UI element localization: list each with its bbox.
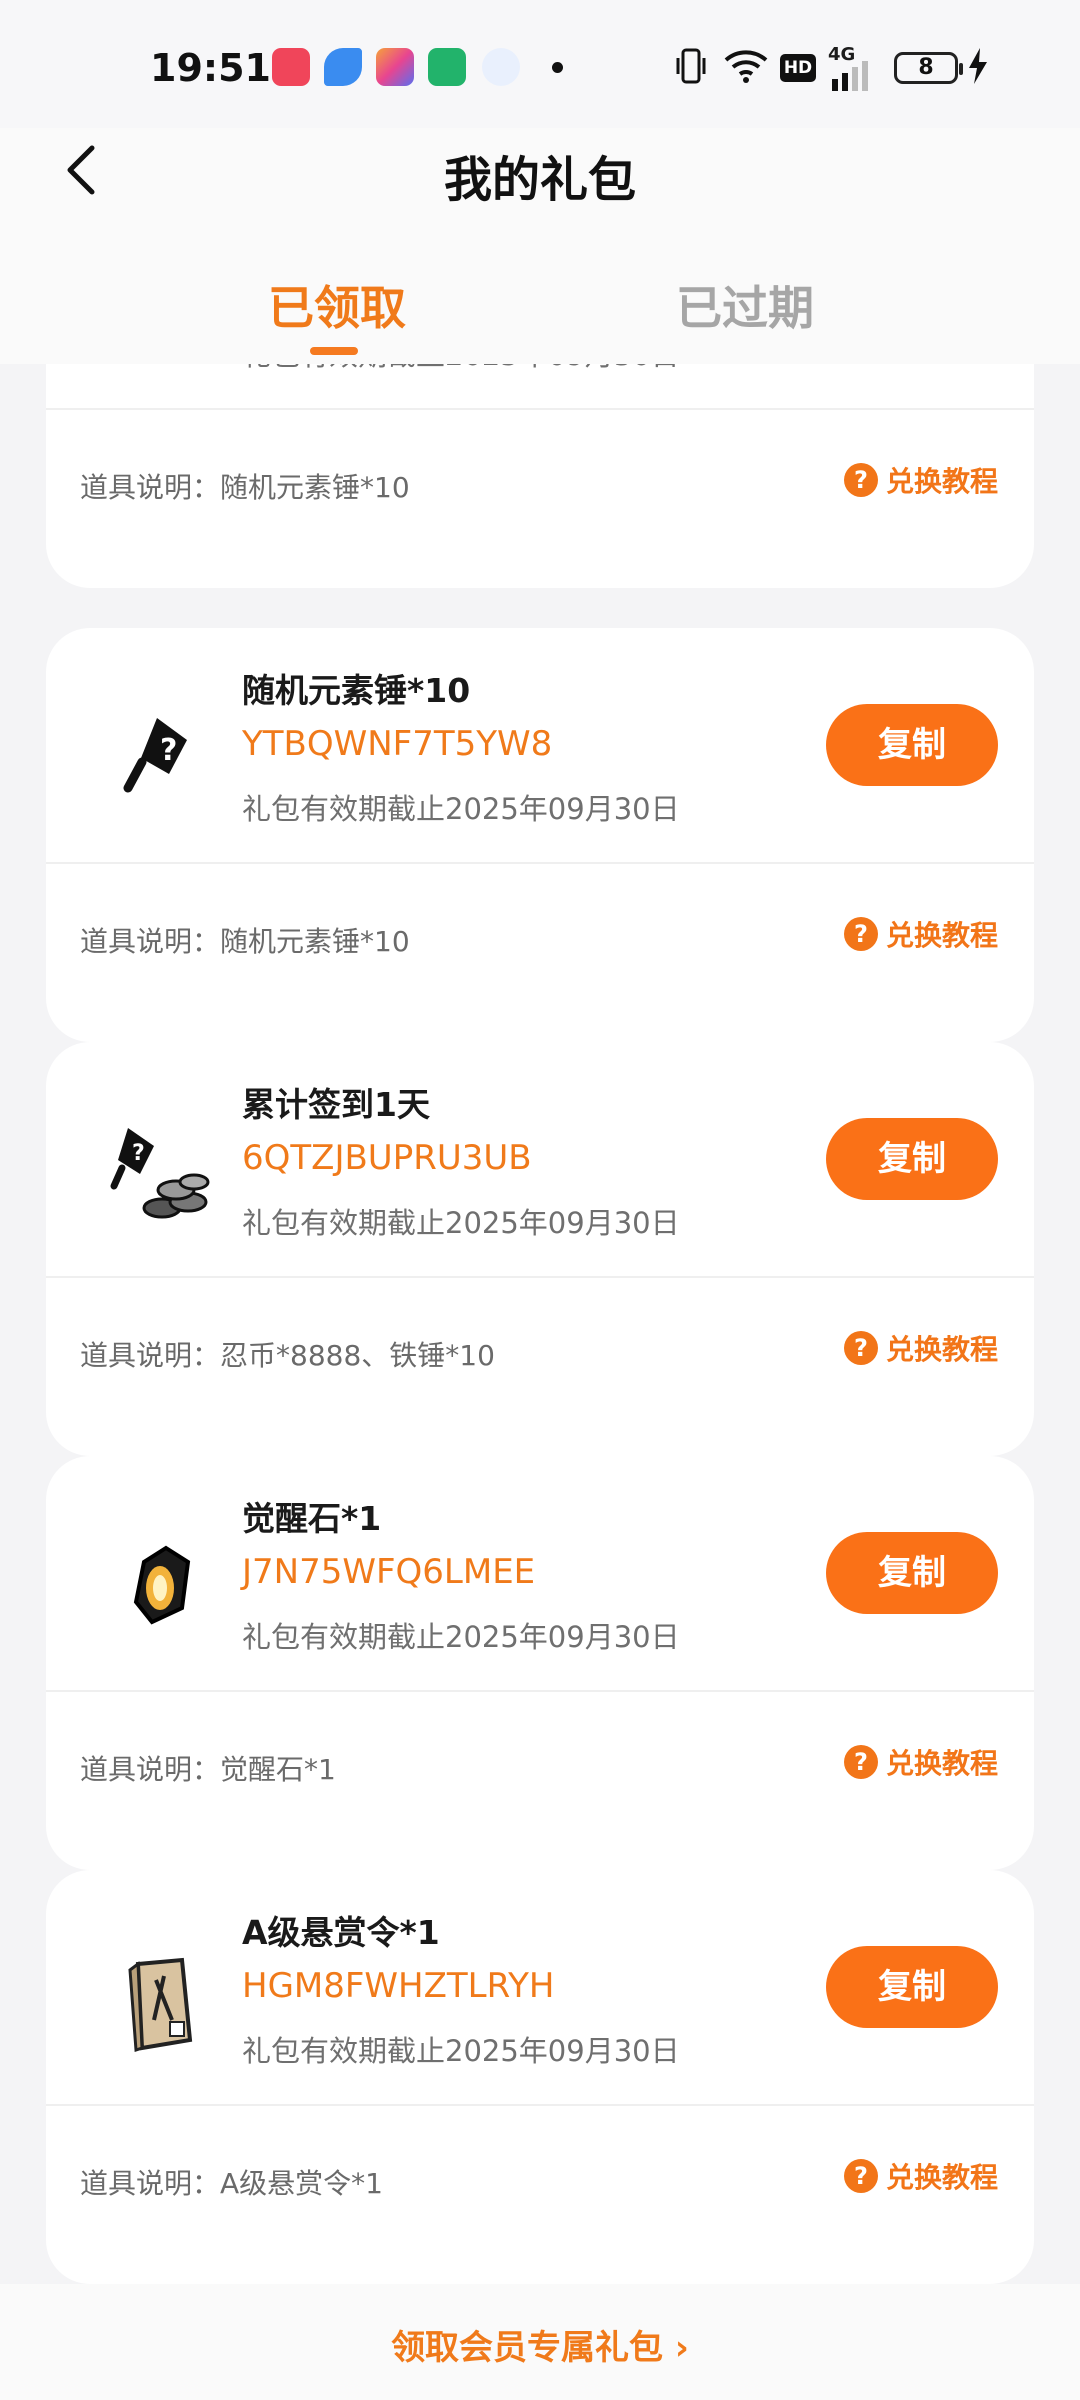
- gift-card: 觉醒石*1 J7N75WFQ6LMEE 礼包有效期截止2025年09月30日 复…: [46, 1456, 1034, 1870]
- copy-button[interactable]: 复制: [826, 1118, 998, 1200]
- vibrate-icon: [676, 48, 706, 84]
- svg-text:?: ?: [132, 1141, 145, 1166]
- gift-card-main: 礼包有效期截止2025年09月30日: [46, 364, 1034, 408]
- redeem-tutorial-link[interactable]: ? 兑换教程: [843, 914, 998, 954]
- vip-gift-link[interactable]: 领取会员专属礼包 ›: [0, 2320, 1080, 2369]
- gift-description: 道具说明：随机元素锤*10: [80, 466, 410, 506]
- gift-card: 礼包有效期截止2025年09月30日 道具说明：随机元素锤*10 ?兑换教程: [46, 364, 1034, 588]
- desc-label: 道具说明：: [80, 471, 221, 504]
- help-icon: ?: [843, 1745, 878, 1779]
- tutorial-label: 兑换教程: [885, 465, 998, 498]
- clock: 19:51: [150, 46, 271, 90]
- gift-description: 道具说明：A级悬赏令*1: [80, 2162, 383, 2202]
- divider: [46, 1276, 1034, 1278]
- help-icon: ?: [843, 463, 878, 497]
- gift-code: YTBQWNF7T5YW8: [242, 724, 553, 764]
- music-app-icon: [272, 48, 310, 86]
- desc-label: 道具说明：: [80, 1753, 221, 1786]
- tab-expired[interactable]: 已过期: [676, 272, 814, 338]
- gift-expiry: 礼包有效期截止2025年09月30日: [242, 792, 680, 826]
- desc-label: 道具说明：: [80, 925, 221, 958]
- copy-button[interactable]: 复制: [826, 704, 998, 786]
- redeem-tutorial-link[interactable]: ? 兑换教程: [843, 460, 998, 500]
- wifi-icon: [724, 50, 768, 83]
- gift-expiry: 礼包有效期截止2025年09月30日: [242, 1620, 680, 1654]
- gift-code: 6QTZJBUPRU3UB: [242, 1138, 532, 1178]
- divider: [46, 408, 1034, 410]
- gift-card-main: ? 累计签到1天 6QTZJBUPRU3UB 礼包有效期截止2025年09月30…: [46, 1042, 1034, 1276]
- tutorial-label: 兑换教程: [885, 2161, 998, 2194]
- desc-value: A级悬赏令*1: [220, 2167, 383, 2200]
- baidu-app-icon: [482, 48, 520, 86]
- awakening-stone-icon: [133, 1545, 191, 1625]
- gift-expiry: 礼包有效期截止2025年09月30日: [242, 2034, 680, 2068]
- gift-card: ? 累计签到1天 6QTZJBUPRU3UB 礼包有效期截止2025年09月30…: [46, 1042, 1034, 1456]
- gift-name: 觉醒石*1: [242, 1499, 382, 1538]
- status-bar: 19:51 HD 4G 8: [0, 0, 1080, 128]
- copy-button[interactable]: 复制: [826, 1946, 998, 2028]
- gift-card: A级悬赏令*1 HGM8FWHZTLRYH 礼包有效期截止2025年09月30日…: [46, 1870, 1034, 2284]
- divider: [46, 1690, 1034, 1692]
- battery-indicator: 8: [894, 52, 963, 84]
- help-icon: ?: [843, 917, 878, 951]
- gift-code: J7N75WFQ6LMEE: [242, 1552, 536, 1592]
- gift-card: ? 随机元素锤*10 YTBQWNF7T5YW8 礼包有效期截止2025年09月…: [46, 628, 1034, 1042]
- gift-expiry: 礼包有效期截止2025年09月30日: [242, 1206, 680, 1240]
- tab-claimed[interactable]: 已领取: [268, 272, 406, 338]
- tab-active-indicator: [310, 347, 358, 355]
- desc-value: 随机元素锤*10: [220, 471, 410, 504]
- tutorial-label: 兑换教程: [885, 1333, 998, 1366]
- desc-value: 觉醒石*1: [220, 1753, 336, 1786]
- gift-name: A级悬赏令*1: [242, 1913, 440, 1952]
- pink-app-icon: [376, 48, 414, 86]
- gift-expiry: 礼包有效期截止2025年09月30日: [242, 364, 680, 374]
- desc-value: 随机元素锤*10: [220, 925, 410, 958]
- gift-description: 道具说明：忍币*8888、铁锤*10: [80, 1334, 495, 1374]
- gift-description: 道具说明：随机元素锤*10: [80, 920, 410, 960]
- tutorial-label: 兑换教程: [885, 919, 998, 952]
- green-shield-app-icon: [428, 48, 466, 86]
- redeem-tutorial-link[interactable]: ? 兑换教程: [843, 2156, 998, 2196]
- redeem-tutorial-link[interactable]: ? 兑换教程: [843, 1742, 998, 1782]
- notification-dot: [552, 62, 563, 73]
- hammer-coins-icon: ?: [110, 1128, 210, 1219]
- desc-value: 忍币*8888、铁锤*10: [220, 1339, 495, 1372]
- bounty-scroll-icon: [128, 1957, 193, 2053]
- divider: [46, 2104, 1034, 2106]
- gift-name: 累计签到1天: [242, 1085, 430, 1124]
- help-icon: ?: [843, 1331, 878, 1365]
- gift-card-main: ? 随机元素锤*10 YTBQWNF7T5YW8 礼包有效期截止2025年09月…: [46, 628, 1034, 862]
- gift-card-main: A级悬赏令*1 HGM8FWHZTLRYH 礼包有效期截止2025年09月30日…: [46, 1870, 1034, 2104]
- copy-button[interactable]: 复制: [826, 1532, 998, 1614]
- page-title: 我的礼包: [443, 152, 636, 208]
- gift-card-main: 觉醒石*1 J7N75WFQ6LMEE 礼包有效期截止2025年09月30日 复…: [46, 1456, 1034, 1690]
- desc-label: 道具说明：: [80, 1339, 221, 1372]
- charging-icon: [969, 48, 987, 84]
- gift-list[interactable]: 礼包有效期截止2025年09月30日 道具说明：随机元素锤*10 ?兑换教程 ?…: [0, 364, 1080, 2284]
- tutorial-label: 兑换教程: [885, 1747, 998, 1780]
- svg-text:?: ?: [160, 733, 177, 768]
- desc-label: 道具说明：: [80, 2167, 221, 2200]
- divider: [46, 862, 1034, 864]
- gift-description: 道具说明：觉醒石*1: [80, 1748, 336, 1788]
- hd-badge: HD: [780, 54, 816, 82]
- gift-name: 随机元素锤*10: [242, 671, 471, 710]
- element-hammer-icon: ?: [123, 718, 187, 793]
- feather-app-icon: [324, 48, 362, 86]
- gift-code: HGM8FWHZTLRYH: [242, 1966, 555, 2006]
- signal-icon: [832, 61, 868, 91]
- redeem-tutorial-link[interactable]: ? 兑换教程: [843, 1328, 998, 1368]
- help-icon: ?: [843, 2159, 878, 2193]
- bottom-bar: 领取会员专属礼包 ›: [0, 2284, 1080, 2400]
